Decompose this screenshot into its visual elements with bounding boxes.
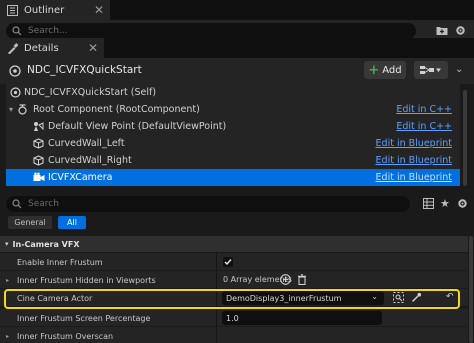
details-icon [6, 42, 18, 54]
scene-component-icon [17, 104, 28, 118]
tree-item-default-view-point[interactable]: Default View Point (DefaultViewPoint) Ed… [6, 118, 460, 135]
tree-item-curved-wall-left[interactable]: CurvedWall_Left Edit in Blueprint [6, 135, 460, 152]
close-icon[interactable]: ✕ [88, 41, 98, 55]
add-label: Add [382, 64, 402, 76]
search-icon [12, 199, 22, 209]
tree-item-icvfx-camera[interactable]: ICVFXCamera Edit in Blueprint [6, 169, 460, 186]
screen-percentage-input[interactable]: 1.0 [222, 311, 382, 325]
column-divider[interactable] [216, 271, 217, 289]
star-icon[interactable]: ★ [440, 197, 450, 210]
actor-icon [9, 65, 21, 80]
edit-link[interactable]: Edit in C++ [396, 121, 452, 132]
details-tab[interactable]: Details ✕ [0, 38, 104, 58]
tree-item-self[interactable]: NDC_ICVFXQuickStart (Self) [6, 84, 460, 101]
collapse-arrow-icon: ▾ [5, 240, 9, 248]
search-placeholder: Search... [28, 26, 68, 36]
outliner-tabbar: Outliner ✕ [0, 0, 474, 20]
details-tab-label: Details [24, 42, 59, 54]
outliner-tab-label: Outliner [24, 4, 65, 16]
close-icon[interactable]: ✕ [94, 3, 104, 17]
tree-item-label: ICVFXCamera [48, 172, 113, 183]
outliner-icon [6, 4, 18, 16]
enable-inner-frustum-checkbox[interactable] [223, 257, 233, 267]
search-icon [12, 26, 22, 36]
collapse-arrow-icon[interactable]: ▾ [9, 105, 13, 114]
mesh-icon [33, 155, 44, 169]
section-in-camera-vfx[interactable]: ▾ In-Camera VFX [0, 236, 468, 252]
numeric-value: 1.0 [226, 313, 239, 323]
highlight-box [4, 289, 460, 309]
tree-item-label: Root Component (RootComponent) [33, 104, 200, 115]
component-tree: NDC_ICVFXQuickStart (Self) ▾ Root Compon… [6, 84, 460, 186]
column-divider[interactable] [216, 327, 217, 343]
search-placeholder: Search [28, 199, 59, 209]
property-label: Enable Inner Frustum [17, 257, 103, 267]
actor-name: NDC_ICVFXQuickStart [27, 64, 142, 76]
column-divider[interactable] [216, 253, 217, 271]
trash-icon[interactable] [297, 274, 307, 287]
tree-item-label: CurvedWall_Right [48, 155, 132, 166]
details-scrollbar[interactable] [469, 236, 473, 343]
property-label: Inner Frustum Hidden in Viewports [17, 275, 156, 285]
mesh-icon [33, 138, 44, 152]
chevron-down-icon[interactable]: ⌄ [455, 64, 463, 75]
property-label: Inner Frustum Overscan [17, 331, 114, 341]
add-folder-icon[interactable] [436, 25, 448, 39]
property-label: Inner Frustum Screen Percentage [17, 313, 151, 323]
property-inner-frustum-screen-percentage: Inner Frustum Screen Percentage 1.0 [0, 309, 468, 327]
edit-link[interactable]: Edit in C++ [396, 104, 452, 115]
tree-item-label: Default View Point (DefaultViewPoint) [48, 121, 227, 132]
tree-item-label: NDC_ICVFXQuickStart (Self) [24, 87, 157, 98]
expand-arrow-icon[interactable]: ▸ [6, 271, 9, 289]
actor-title-row: NDC_ICVFXQuickStart + Add ⌄ [0, 58, 474, 84]
details-search-input[interactable]: Search [6, 196, 410, 212]
section-title: In-Camera VFX [12, 239, 80, 249]
details-tabbar: Details ✕ [0, 38, 474, 58]
view-point-icon [33, 121, 44, 135]
tree-item-label: CurvedWall_Left [48, 138, 125, 149]
camera-icon [33, 172, 45, 186]
checkmark-icon [224, 259, 232, 266]
add-component-button[interactable]: + Add [364, 61, 406, 79]
expand-arrow-icon[interactable]: ▸ [6, 327, 9, 343]
edit-link[interactable]: Edit in Blueprint [376, 138, 452, 149]
add-element-icon[interactable] [280, 274, 291, 287]
property-inner-frustum-overscan: ▸ Inner Frustum Overscan [0, 327, 468, 343]
table-view-icon[interactable] [423, 198, 434, 212]
plus-icon: + [368, 62, 380, 78]
tree-item-curved-wall-right[interactable]: CurvedWall_Right Edit in Blueprint [6, 152, 460, 169]
tree-scrollbar[interactable] [463, 90, 467, 186]
property-enable-inner-frustum: Enable Inner Frustum [0, 253, 468, 271]
category-row: General All [0, 214, 474, 230]
blueprint-button[interactable] [414, 61, 448, 79]
tree-item-root-component[interactable]: ▾ Root Component (RootComponent) Edit in… [6, 101, 460, 118]
column-divider[interactable] [216, 309, 217, 327]
category-all[interactable]: All [58, 216, 86, 229]
property-inner-frustum-hidden: ▸ Inner Frustum Hidden in Viewports 0 Ar… [0, 271, 468, 289]
gear-icon[interactable] [457, 198, 468, 212]
edit-link[interactable]: Edit in Blueprint [376, 155, 452, 166]
blueprint-icon [420, 66, 441, 74]
category-general[interactable]: General [8, 216, 52, 229]
details-filter-row: Search ★ [0, 194, 474, 214]
outliner-search-input[interactable]: Search... [6, 23, 416, 39]
gear-icon[interactable] [455, 25, 466, 39]
outliner-tab[interactable]: Outliner ✕ [0, 0, 110, 20]
actor-icon [10, 87, 21, 101]
edit-link[interactable]: Edit in Blueprint [376, 172, 452, 183]
